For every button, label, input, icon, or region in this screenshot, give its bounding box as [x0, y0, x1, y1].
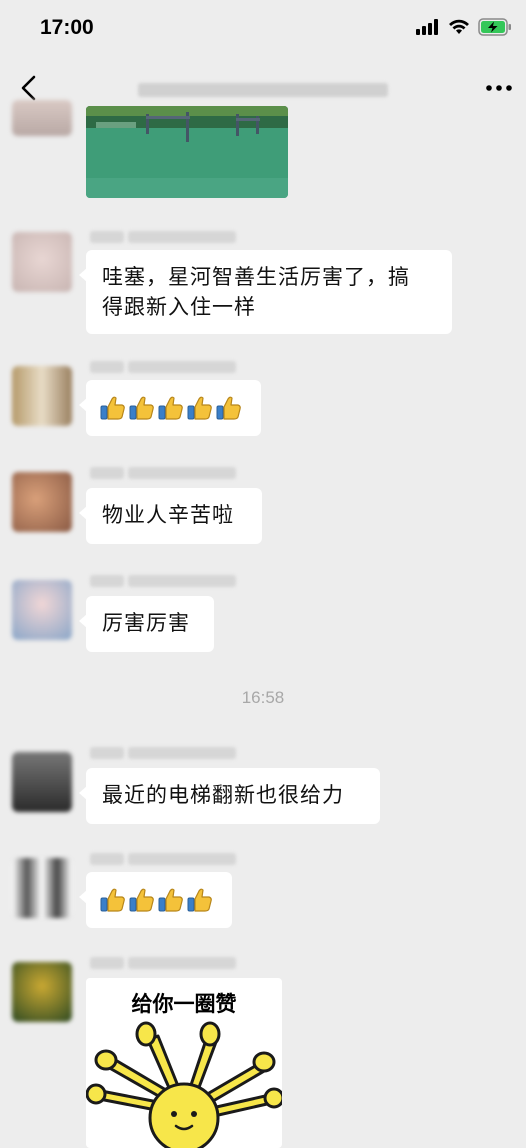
status-icons: [416, 18, 512, 36]
sender-name: [90, 230, 236, 244]
more-button[interactable]: [484, 76, 514, 100]
sticker-message[interactable]: 给你一圈赞: [86, 978, 282, 1148]
thumbs-up-icon: [158, 888, 183, 912]
avatar[interactable]: [12, 100, 72, 136]
timestamp: 16:58: [241, 688, 285, 707]
sender-name: [90, 466, 236, 480]
thumbs-up-icon: [100, 888, 125, 912]
thumbs-up-row: [100, 885, 218, 915]
message-text: 厉害厉害: [102, 611, 190, 635]
thumbs-up-icon: [129, 396, 154, 420]
message-text: 物业人辛苦啦: [102, 503, 234, 527]
battery-charging-icon: [478, 18, 511, 36]
message-text-line: 哇塞，星河智善生活厉害了，搞: [102, 265, 410, 289]
status-bar: 17:00: [0, 0, 526, 56]
thumbs-up-icon: [100, 396, 125, 420]
message-bubble[interactable]: [79, 872, 232, 928]
avatar[interactable]: [12, 472, 72, 532]
sun-thumbs-up-sticker: [86, 1021, 282, 1148]
thumbs-up-icon: [158, 396, 183, 420]
ellipsis-icon: [486, 85, 512, 91]
message-bubble[interactable]: 哇塞，星河智善生活厉害了，搞 得跟新入住一样: [79, 250, 452, 334]
wifi-icon: [449, 19, 469, 34]
photo-message[interactable]: [86, 106, 288, 198]
chat-title: [138, 80, 396, 100]
sender-name: [90, 956, 236, 970]
avatar[interactable]: [12, 752, 72, 812]
thumbs-up-icon: [216, 396, 241, 420]
signal-icon: [416, 19, 438, 35]
playground-photo: [86, 106, 288, 198]
sender-name: [90, 852, 236, 866]
avatar[interactable]: [12, 858, 72, 918]
avatar[interactable]: [12, 962, 72, 1022]
thumbs-up-row: [100, 393, 247, 423]
sender-name: [90, 746, 236, 760]
thumbs-up-icon: [187, 888, 212, 912]
avatar[interactable]: [12, 366, 72, 426]
status-time: 17:00: [40, 16, 94, 39]
message-bubble[interactable]: [79, 380, 261, 436]
message-bubble[interactable]: 最近的电梯翻新也很给力: [79, 768, 380, 824]
message-text-line: 得跟新入住一样: [102, 295, 256, 319]
avatar[interactable]: [12, 580, 72, 640]
avatar[interactable]: [12, 232, 72, 292]
message-bubble[interactable]: 厉害厉害: [79, 596, 214, 652]
message-text: 最近的电梯翻新也很给力: [102, 783, 344, 807]
thumbs-up-icon: [129, 888, 154, 912]
sender-name: [90, 360, 236, 374]
message-bubble[interactable]: 物业人辛苦啦: [79, 488, 262, 544]
sender-name: [90, 574, 236, 588]
thumbs-up-icon: [187, 396, 212, 420]
